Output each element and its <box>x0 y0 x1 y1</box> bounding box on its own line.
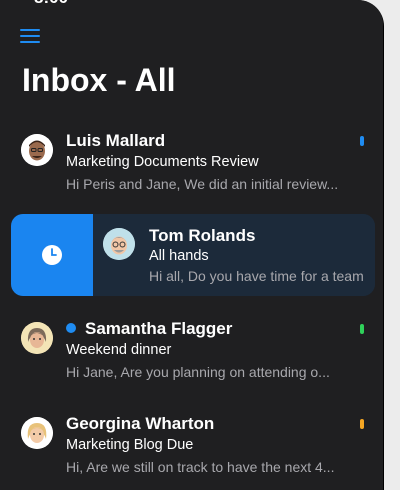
clock-icon <box>42 245 62 265</box>
status-time: 8:00 <box>34 0 68 8</box>
category-tag <box>360 324 364 334</box>
sender-name: Tom Rolands <box>149 226 256 245</box>
unread-indicator <box>66 323 76 333</box>
category-tag <box>360 136 364 146</box>
message-subject: Marketing Documents Review <box>66 154 259 170</box>
snooze-button[interactable] <box>11 214 93 296</box>
sender-name: Luis Mallard <box>66 131 166 150</box>
message-subject: Weekend dinner <box>66 342 172 358</box>
message-preview: Hi Jane, Are you planning on attending o… <box>66 364 330 380</box>
message-preview: Hi Peris and Jane, We did an initial rev… <box>66 176 339 192</box>
page-title: Inbox - All <box>22 62 176 98</box>
message-preview: Hi all, Do you have time for a team <box>149 268 364 284</box>
message-item-swiped[interactable]: Tom Rolands All hands Hi all, Do you hav… <box>11 214 375 296</box>
avatar <box>21 322 53 354</box>
status-bar: 8:00 <box>0 0 383 10</box>
mail-screen: 8:00 Inbox - All <box>0 0 383 490</box>
sender-name: Georgina Wharton <box>66 414 215 433</box>
message-item[interactable]: Georgina Wharton Marketing Blog Due Hi, … <box>0 405 383 487</box>
hamburger-icon <box>20 29 40 31</box>
message-preview: Hi, Are we still on track to have the ne… <box>66 459 335 475</box>
message-subject: Marketing Blog Due <box>66 437 194 453</box>
message-content: Tom Rolands All hands Hi all, Do you hav… <box>93 214 375 296</box>
device-frame: 8:00 Inbox - All <box>0 0 384 490</box>
message-subject: All hands <box>149 248 209 264</box>
avatar <box>103 228 135 260</box>
message-item[interactable]: Samantha Flagger Weekend dinner Hi Jane,… <box>0 310 383 392</box>
message-item[interactable]: Luis Mallard Marketing Documents Review … <box>0 122 383 204</box>
sender-name: Samantha Flagger <box>85 319 233 338</box>
avatar <box>21 134 53 166</box>
menu-button[interactable] <box>20 27 42 45</box>
avatar <box>21 417 53 449</box>
category-tag <box>360 419 364 429</box>
